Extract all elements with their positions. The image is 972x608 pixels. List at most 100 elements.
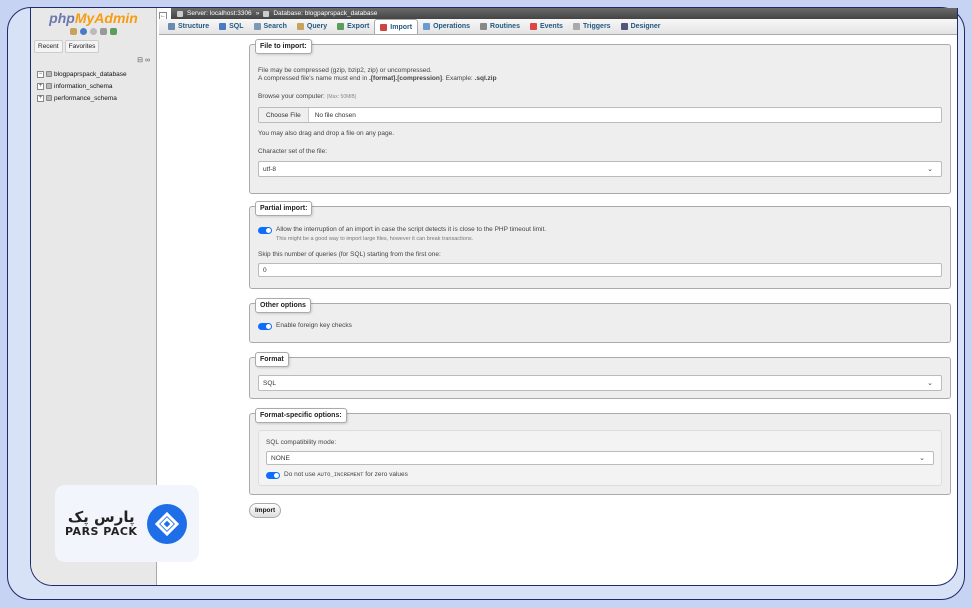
compression-info: File may be compressed (gzip, bzip2, zip… — [258, 67, 432, 74]
tab-label: Triggers — [582, 23, 611, 30]
text: for zero values — [363, 471, 408, 478]
submit-row: Import — [249, 503, 951, 518]
logout-icon[interactable] — [80, 28, 87, 35]
collapse-icon[interactable]: − — [37, 70, 44, 78]
tab-operations[interactable]: Operations — [418, 19, 475, 34]
tab-favorites[interactable]: Favorites — [64, 40, 100, 53]
breadcrumb-server[interactable]: Server: localhost:3306 — [187, 10, 252, 17]
tree-item-blogpaprspack[interactable]: − blogpaprspack_database — [37, 68, 156, 80]
settings-icon[interactable] — [100, 28, 107, 35]
tab-export[interactable]: Export — [332, 19, 374, 34]
database-icon — [263, 10, 270, 17]
structure-icon — [168, 23, 175, 30]
compat-label: SQL compatibility mode: — [266, 439, 337, 446]
sidebar-quick-icons — [31, 27, 156, 36]
section-title: Format — [255, 352, 289, 367]
chevron-down-icon: ⌄ — [927, 166, 933, 173]
reload-icon[interactable] — [110, 28, 117, 35]
sidebar-tools: ⊟ ∞ — [31, 56, 156, 64]
database-icon — [46, 83, 52, 89]
import-form: File to import: File may be compressed (… — [249, 39, 951, 518]
tree-item-performance-schema[interactable]: + performance_schema — [37, 92, 156, 104]
tab-routines[interactable]: Routines — [475, 19, 525, 34]
sidebar-tabs: Recent Favorites — [34, 40, 156, 53]
import-icon — [380, 23, 388, 31]
skip-queries-input[interactable]: 0 — [258, 263, 942, 277]
tree-item-label[interactable]: performance_schema — [54, 95, 117, 102]
expand-icon[interactable]: + — [37, 94, 44, 102]
tab-import[interactable]: Import — [374, 19, 419, 34]
charset-select[interactable]: utf-8 ⌄ — [258, 161, 942, 177]
sql-icon — [219, 23, 227, 30]
brand-fa: پارس پک — [67, 508, 135, 526]
brand-en: PARS PACK — [65, 525, 138, 538]
tab-events[interactable]: Events — [525, 19, 568, 34]
main-tabs: Structure SQL Search Query Export Import Opera… — [159, 19, 957, 35]
charset-value: utf-8 — [263, 165, 277, 173]
tab-designer[interactable]: Designer — [616, 19, 666, 34]
import-button[interactable]: Import — [249, 503, 282, 518]
phpmyadmin-logo[interactable]: phpMyAdmin — [31, 10, 156, 26]
code-text: AUTO_INCREMENT — [317, 471, 364, 478]
tab-label: Designer — [630, 23, 661, 30]
file-status: No file chosen — [314, 111, 356, 119]
tree-item-information-schema[interactable]: + information_schema — [37, 80, 156, 92]
logo-myadmin-text: MyAdmin — [74, 10, 138, 26]
tab-label: Export — [347, 23, 370, 30]
tab-sql[interactable]: SQL — [214, 19, 248, 34]
format-select[interactable]: SQL ⌄ — [258, 375, 942, 391]
sql-options-box: SQL compatibility mode: NONE ⌄ Do not us… — [258, 430, 942, 486]
parspack-logo: پارس پک PARS PACK — [55, 485, 199, 562]
auto-increment-toggle[interactable] — [266, 471, 280, 479]
fk-checks-toggle[interactable] — [258, 322, 272, 330]
other-options-section: Other options Enable foreign key checks — [249, 298, 951, 343]
section-title: Partial import: — [255, 201, 313, 216]
allow-interrupt-row: Allow the interruption of an import in c… — [258, 226, 942, 234]
browse-label: Browse your computer: (Max: 50MiB) — [258, 93, 942, 101]
help-icon[interactable] — [90, 28, 97, 35]
device-frame: phpMyAdmin Recent Favorites ⊟ ∞ − blogpa… — [7, 7, 965, 600]
text: A compressed file's name must end in — [258, 75, 370, 82]
expand-icon[interactable]: + — [37, 82, 44, 90]
link-icon[interactable]: ∞ — [145, 57, 150, 64]
section-title: Format-specific options: — [255, 408, 347, 423]
allow-interrupt-label[interactable]: Allow the interruption of an import in c… — [276, 226, 546, 234]
fk-checks-row: Enable foreign key checks — [258, 304, 942, 330]
browser-viewport: phpMyAdmin Recent Favorites ⊟ ∞ − blogpa… — [30, 8, 958, 586]
collapse-all-icon[interactable]: ⊟ — [137, 57, 143, 64]
skip-label: Skip this number of queries (for SQL) st… — [258, 251, 441, 258]
parspack-icon — [147, 503, 188, 544]
tree-item-label[interactable]: blogpaprspack_database — [54, 71, 127, 78]
auto-increment-label[interactable]: Do not use AUTO_INCREMENT for zero value… — [284, 471, 408, 479]
triggers-icon — [572, 23, 580, 30]
drag-hint: You may also drag and drop a file on any… — [258, 130, 394, 137]
allow-interrupt-hint: This might be a good way to import large… — [276, 236, 474, 242]
section-title: Other options — [255, 298, 311, 313]
tab-structure[interactable]: Structure — [163, 19, 214, 34]
tab-label: Operations — [433, 23, 471, 30]
parspack-wordmark: پارس پک PARS PACK — [65, 509, 137, 538]
tab-query[interactable]: Query — [292, 19, 332, 34]
tab-search[interactable]: Search — [249, 19, 292, 34]
text: Browse your computer: — [258, 93, 325, 100]
tab-triggers[interactable]: Triggers — [568, 19, 616, 34]
tab-label: Import — [390, 23, 413, 31]
tab-label: Routines — [490, 23, 520, 30]
operations-icon — [423, 23, 431, 30]
tab-recent[interactable]: Recent — [34, 40, 63, 53]
tab-label: Structure — [178, 23, 210, 30]
tree-item-label[interactable]: information_schema — [54, 83, 113, 90]
fk-checks-label[interactable]: Enable foreign key checks — [276, 322, 352, 330]
server-icon — [177, 10, 183, 17]
breadcrumb-database[interactable]: Database: blogpaprspack_database — [273, 10, 377, 17]
search-icon — [253, 23, 261, 30]
compat-select[interactable]: NONE ⌄ — [266, 451, 934, 465]
home-icon[interactable] — [70, 28, 77, 35]
choose-file-button[interactable]: Choose File — [259, 108, 309, 122]
text: . Example: — [442, 75, 475, 82]
file-input[interactable]: Choose File No file chosen — [258, 107, 942, 123]
allow-interrupt-toggle[interactable] — [258, 226, 272, 234]
tab-label: Search — [263, 23, 287, 30]
file-to-import-section: File to import: File may be compressed (… — [249, 39, 951, 194]
tab-label: Query — [306, 23, 328, 30]
